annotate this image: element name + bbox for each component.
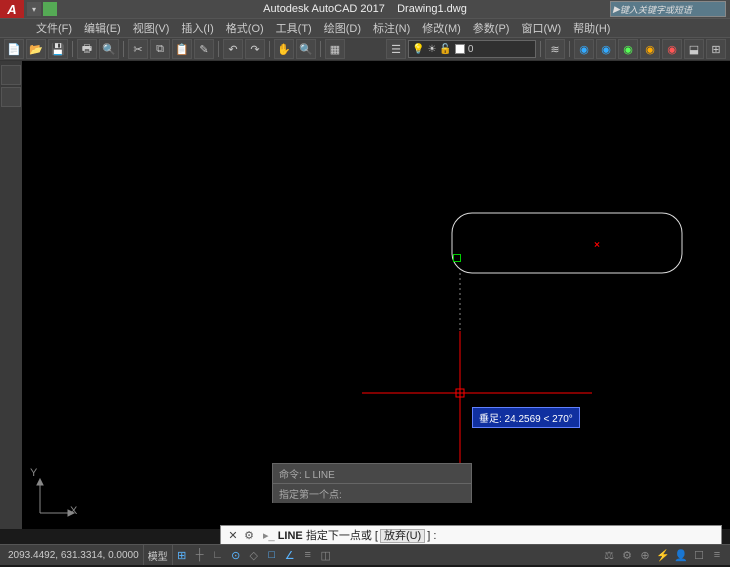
plot-preview-icon[interactable]: 🔍 — [99, 39, 119, 59]
snap-toggle-icon[interactable]: ┼ — [191, 547, 209, 563]
iso-toggle-icon[interactable]: ◇ — [245, 547, 263, 563]
command-line[interactable]: ✕ ⚙ ▸_ LINE 指定下一点或 [放弃(U)] : — [220, 525, 722, 545]
grid-toggle-icon[interactable]: ⊞ — [173, 547, 191, 563]
polar-toggle-icon[interactable]: ⊙ — [227, 547, 245, 563]
save-icon[interactable]: 💾 — [48, 39, 68, 59]
style-btn-1[interactable]: ◉ — [574, 39, 594, 59]
qat-open[interactable] — [43, 2, 57, 16]
status-model-button[interactable]: 模型 — [144, 545, 173, 565]
window-title: Autodesk AutoCAD 2017 Drawing1.dwg — [263, 3, 467, 15]
menu-parametric[interactable]: 参数(P) — [467, 20, 516, 36]
layer-prop-icon[interactable]: ☰ — [386, 39, 406, 59]
layer-dropdown[interactable]: 💡 ☀ 🔓 0 — [408, 40, 536, 58]
isolate-objects-icon[interactable]: 👤 — [672, 547, 690, 563]
lineweight-toggle-icon[interactable]: ≡ — [299, 547, 317, 563]
annotation-scale-icon[interactable]: ⚖ — [600, 547, 618, 563]
style-btn-4[interactable]: ◉ — [640, 39, 660, 59]
menubar: 文件(F) 编辑(E) 视图(V) 插入(I) 格式(O) 工具(T) 绘图(D… — [0, 18, 730, 37]
drawing-svg — [22, 61, 730, 529]
menu-file[interactable]: 文件(F) — [30, 20, 78, 36]
menu-tools[interactable]: 工具(T) — [270, 20, 318, 36]
statusbar: 2093.4492, 631.3314, 0.0000 模型 ⊞ ┼ ∟ ⊙ ◇… — [0, 544, 730, 565]
hardware-accel-icon[interactable]: ⚡ — [654, 547, 672, 563]
menu-draw[interactable]: 绘图(D) — [318, 20, 367, 36]
dynamic-input-tooltip: 垂足: 24.2569 < 270° — [472, 407, 580, 428]
ann-monitor-icon[interactable]: ⊕ — [636, 547, 654, 563]
clean-screen-icon[interactable]: ☐ — [690, 547, 708, 563]
toolbar-standard: 📄 📂 💾 🖶 🔍 ✂ ⧉ 📋 ✎ ↶ ↷ ✋ 🔍 ▦ ☰ 💡 ☀ 🔓 0 ≋ … — [0, 37, 730, 61]
menu-help[interactable]: 帮助(H) — [567, 20, 616, 36]
help-search[interactable]: ▶ 键入关键字或短语 — [610, 1, 726, 17]
qat-dropdown[interactable]: ▾ — [27, 2, 41, 16]
left-toolbar — [0, 61, 22, 529]
osnap-toggle-icon[interactable]: □ — [263, 547, 281, 563]
new-icon[interactable]: 📄 — [4, 39, 24, 59]
line-tool-icon[interactable] — [1, 65, 21, 85]
workspace-switch-icon[interactable]: ⚙ — [618, 547, 636, 563]
print-icon[interactable]: 🖶 — [77, 39, 97, 59]
undo-icon[interactable]: ↶ — [223, 39, 243, 59]
ortho-toggle-icon[interactable]: ∟ — [209, 547, 227, 563]
layer-name: 0 — [468, 44, 474, 55]
menu-window[interactable]: 窗口(W) — [515, 20, 567, 36]
osnap-marker-icon — [453, 254, 461, 262]
layer-iso-icon[interactable]: ≋ — [545, 39, 565, 59]
menu-dimension[interactable]: 标注(N) — [367, 20, 416, 36]
menu-format[interactable]: 格式(O) — [220, 20, 270, 36]
style-btn-6[interactable]: ⬓ — [684, 39, 704, 59]
open-icon[interactable]: 📂 — [26, 39, 46, 59]
cmd-config-icon[interactable]: ⚙ — [241, 529, 257, 542]
app-icon[interactable]: A — [0, 0, 24, 18]
menu-insert[interactable]: 插入(I) — [175, 20, 219, 36]
transparency-toggle-icon[interactable]: ◫ — [317, 547, 335, 563]
drawing-canvas[interactable]: 垂足: 24.2569 < 270° Y X 命令: L LINE 指定第一个点… — [22, 61, 730, 529]
status-coords: 2093.4492, 631.3314, 0.0000 — [4, 545, 144, 565]
match-icon[interactable]: ✎ — [194, 39, 214, 59]
freeze-icon: ☀ — [427, 44, 436, 55]
zoom-icon[interactable]: 🔍 — [296, 39, 316, 59]
layer-color-swatch — [455, 44, 465, 54]
customize-icon[interactable]: ≡ — [708, 547, 726, 563]
menu-view[interactable]: 视图(V) — [127, 20, 176, 36]
table-icon[interactable]: ▦ — [325, 39, 345, 59]
titlebar: A ▾ Autodesk AutoCAD 2017 Drawing1.dwg ▶… — [0, 0, 730, 18]
rect-tool-icon[interactable] — [1, 87, 21, 107]
pan-icon[interactable]: ✋ — [274, 39, 294, 59]
otrack-toggle-icon[interactable]: ∠ — [281, 547, 299, 563]
command-history: 命令: L LINE 指定第一个点: — [272, 463, 472, 503]
redo-icon[interactable]: ↷ — [245, 39, 265, 59]
menu-edit[interactable]: 编辑(E) — [78, 20, 127, 36]
style-btn-2[interactable]: ◉ — [596, 39, 616, 59]
lock-icon: 🔓 — [439, 44, 451, 55]
paste-icon[interactable]: 📋 — [172, 39, 192, 59]
cmd-close-icon[interactable]: ✕ — [225, 529, 241, 542]
menu-modify[interactable]: 修改(M) — [416, 20, 467, 36]
style-btn-5[interactable]: ◉ — [662, 39, 682, 59]
cut-icon[interactable]: ✂ — [128, 39, 148, 59]
style-btn-7[interactable]: ⊞ — [706, 39, 726, 59]
lightbulb-icon: 💡 — [412, 44, 424, 55]
copy-icon[interactable]: ⧉ — [150, 39, 170, 59]
cmd-option-undo[interactable]: 放弃(U) — [380, 529, 425, 543]
style-btn-3[interactable]: ◉ — [618, 39, 638, 59]
marker-x-icon — [594, 241, 600, 247]
